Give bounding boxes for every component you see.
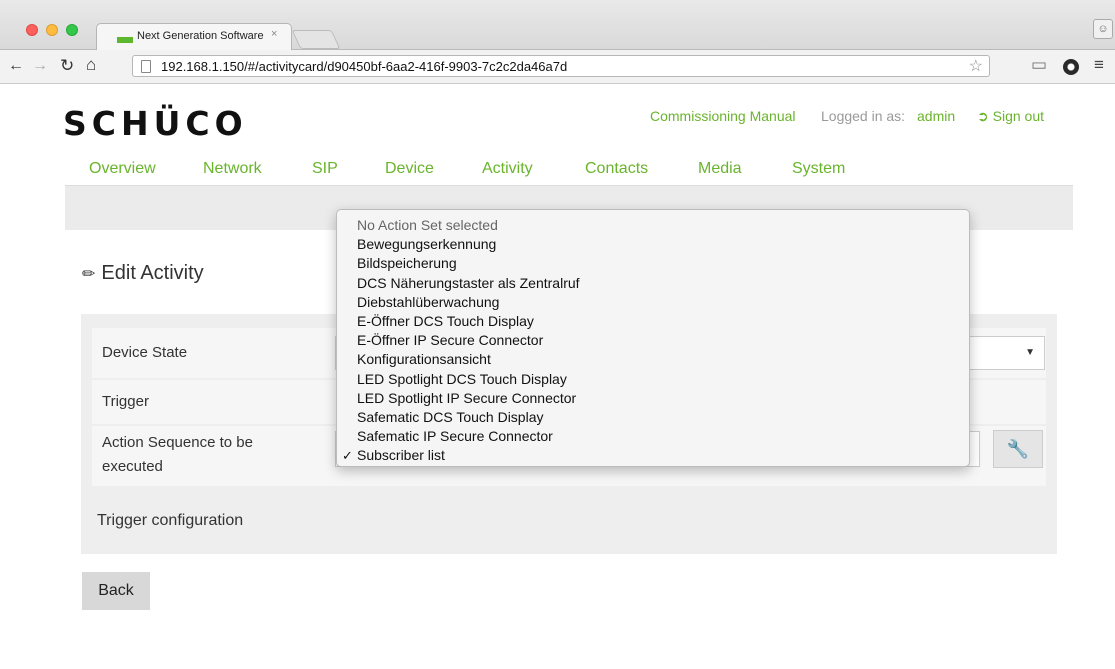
dropdown-option[interactable]: Bewegungserkennung: [337, 235, 969, 254]
dropdown-option[interactable]: LED Spotlight DCS Touch Display: [337, 370, 969, 389]
browser-toolbar: ← → ↻ ⌂ 192.168.1.150/#/activitycard/d90…: [0, 50, 1115, 84]
home-icon[interactable]: ⌂: [86, 55, 96, 75]
dropdown-option-selected[interactable]: ✓ Subscriber list: [337, 446, 969, 465]
browser-window: Next Generation Software × ☺ ← → ↻ ⌂ 192…: [0, 0, 1115, 669]
pencil-icon: ✏: [82, 266, 96, 283]
close-window-button[interactable]: [26, 24, 38, 36]
dropdown-option[interactable]: LED Spotlight IP Secure Connector: [337, 389, 969, 408]
dropdown-option[interactable]: Safematic DCS Touch Display: [337, 408, 969, 427]
favicon-icon: [117, 37, 133, 43]
main-nav: Overview Network SIP Device Activity Con…: [65, 150, 1073, 186]
dropdown-option[interactable]: Diebstahlüberwachung: [337, 293, 969, 312]
new-tab-button[interactable]: [291, 30, 341, 49]
logged-in-label: Logged in as:: [821, 108, 906, 124]
current-user: admin: [917, 108, 956, 124]
device-state-label: Device State: [102, 344, 188, 361]
forward-arrow-icon[interactable]: →: [32, 57, 48, 75]
address-bar[interactable]: 192.168.1.150/#/activitycard/d90450bf-6a…: [132, 55, 990, 77]
configure-action-button[interactable]: 🔧: [993, 430, 1043, 468]
bookmark-star-icon[interactable]: ☆: [969, 56, 983, 76]
nav-item-overview[interactable]: Overview: [89, 160, 156, 178]
back-button[interactable]: Back: [82, 572, 150, 610]
dropdown-option[interactable]: Bildspeicherung: [337, 254, 969, 273]
dropdown-option[interactable]: E-Öffner DCS Touch Display: [337, 312, 969, 331]
dropdown-option[interactable]: Konfigurationsansicht: [337, 350, 969, 369]
nav-item-activity[interactable]: Activity: [482, 160, 533, 178]
nav-item-system[interactable]: System: [792, 160, 845, 178]
dropdown-placeholder: No Action Set selected: [357, 217, 498, 233]
extension-icon[interactable]: [1063, 59, 1079, 75]
trigger-label: Trigger: [102, 393, 149, 410]
selected-option-label: Subscriber list: [357, 447, 445, 464]
sign-out-icon: ➲: [977, 108, 989, 124]
action-set-dropdown[interactable]: No Action Set selected Bewegungserkennun…: [336, 209, 970, 467]
nav-item-sip[interactable]: SIP: [312, 160, 338, 178]
minimize-window-button[interactable]: [46, 24, 58, 36]
back-arrow-icon[interactable]: ←: [8, 57, 24, 75]
nav-item-device[interactable]: Device: [385, 160, 434, 178]
tab-title: Next Generation Software: [137, 30, 264, 42]
checkmark-icon: ✓: [342, 448, 353, 464]
dropdown-option[interactable]: DCS Näherungstaster als Zentralruf: [337, 274, 969, 293]
url-text: 192.168.1.150/#/activitycard/d90450bf-6a…: [161, 59, 568, 74]
nav-item-media[interactable]: Media: [698, 160, 742, 178]
dropdown-option[interactable]: E-Öffner IP Secure Connector: [337, 331, 969, 350]
trigger-configuration-heading: Trigger configuration: [97, 512, 244, 529]
commissioning-manual-link[interactable]: Commissioning Manual: [650, 108, 796, 124]
page-icon: [141, 60, 151, 73]
tab-close-icon[interactable]: ×: [271, 28, 277, 40]
action-sequence-label: Action Sequence to be executed: [102, 434, 253, 475]
wrench-icon: 🔧: [1006, 439, 1030, 459]
nav-item-contacts[interactable]: Contacts: [585, 160, 648, 178]
cast-icon[interactable]: ▭: [1031, 55, 1047, 75]
nav-item-network[interactable]: Network: [203, 160, 262, 178]
page-title: ✏ Edit Activity: [82, 262, 204, 284]
sign-out-link[interactable]: ➲ Sign out: [977, 108, 1044, 125]
menu-icon[interactable]: ≡: [1094, 55, 1104, 75]
profile-icon[interactable]: ☺: [1093, 19, 1113, 39]
dropdown-option[interactable]: Safematic IP Secure Connector: [337, 427, 969, 446]
browser-tab[interactable]: Next Generation Software ×: [96, 23, 292, 51]
tab-strip: Next Generation Software × ☺: [0, 0, 1115, 51]
reload-icon[interactable]: ↻: [60, 56, 74, 76]
maximize-window-button[interactable]: [66, 24, 78, 36]
schueco-logo: SCHÜCO: [63, 104, 248, 143]
caret-down-icon: ▼: [1025, 347, 1035, 358]
